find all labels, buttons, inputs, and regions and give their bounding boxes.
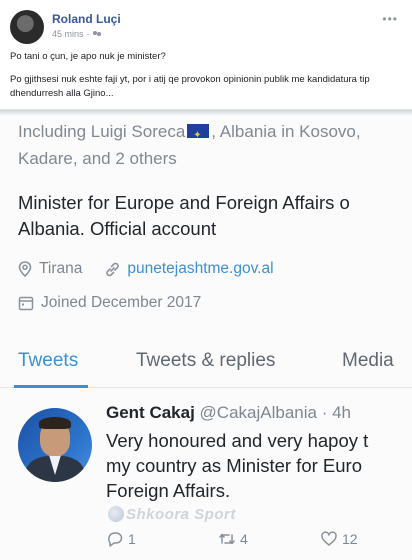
post-author-name[interactable]: Roland Luçi bbox=[52, 12, 121, 26]
bio-line-2: Albania. Official account bbox=[18, 218, 217, 239]
facebook-post: Roland Luçi 45 mins · ••• Po tani o çun,… bbox=[0, 0, 412, 110]
followers-line-2: Kadare, and 2 others bbox=[18, 149, 177, 168]
followers-you-know[interactable]: Including Luigi Soreca , Albania in Kosov… bbox=[18, 118, 361, 172]
tweet-header: Gent Cakaj @CakajAlbania · 4h bbox=[106, 403, 351, 423]
tab-tweets[interactable]: Tweets bbox=[18, 350, 78, 372]
post-text-line-2: Po gjithsesi nuk eshte faji yt, por i at… bbox=[10, 74, 370, 99]
profile-joined-row: Joined December 2017 bbox=[18, 294, 201, 312]
followers-line-1b: , Albania in Kosovo, bbox=[211, 122, 361, 141]
profile-website-link[interactable]: punetejashtme.gov.al bbox=[127, 260, 273, 278]
reply-icon bbox=[108, 532, 123, 547]
profile-location-row: Tirana punetejashtme.gov.al bbox=[18, 260, 274, 278]
tweet-text: Very honoured and very hapoy t my countr… bbox=[106, 428, 368, 503]
location-pin-icon bbox=[18, 261, 32, 277]
tab-tweets-and-replies[interactable]: Tweets & replies bbox=[136, 350, 275, 372]
reply-count: 1 bbox=[128, 531, 136, 547]
tweet-line-2: my country as Minister for Euro bbox=[106, 455, 362, 476]
twitter-profile-screenshot: Including Luigi Soreca , Albania in Kosov… bbox=[0, 110, 412, 560]
like-button[interactable]: 12 bbox=[320, 530, 358, 548]
calendar-icon bbox=[18, 296, 34, 311]
like-icon bbox=[321, 531, 337, 546]
retweet-count: 4 bbox=[240, 531, 248, 547]
meta-separator: · bbox=[86, 29, 90, 39]
profile-bio: Minister for Europe and Foreign Affairs … bbox=[18, 190, 350, 242]
tweet-author-avatar[interactable] bbox=[18, 408, 92, 482]
post-options-button[interactable]: ••• bbox=[382, 12, 398, 26]
reply-button[interactable]: 1 bbox=[106, 530, 136, 548]
tweet-author-handle[interactable]: @CakajAlbania · 4h bbox=[200, 403, 351, 422]
tab-media[interactable]: Media bbox=[342, 350, 394, 372]
eu-flag-icon bbox=[187, 122, 210, 149]
profile-location: Tirana bbox=[39, 260, 83, 277]
friends-icon[interactable] bbox=[92, 30, 102, 38]
cropped-edge bbox=[0, 110, 412, 116]
bio-line-1: Minister for Europe and Foreign Affairs … bbox=[18, 192, 350, 213]
tweet-author-name[interactable]: Gent Cakaj bbox=[106, 403, 195, 422]
tweet-actions: 1 4 12 bbox=[0, 530, 412, 554]
active-tab-indicator bbox=[14, 385, 88, 388]
watermark: Shkoora Sport bbox=[108, 506, 236, 523]
post-time[interactable]: 45 mins bbox=[52, 29, 84, 39]
author-avatar[interactable] bbox=[10, 10, 44, 44]
post-meta: 45 mins · bbox=[52, 29, 102, 39]
post-text-line-1: Po tani o çun, je apo nuk je minister? bbox=[10, 51, 166, 62]
profile-tabs: Tweets Tweets & replies Media bbox=[0, 340, 412, 388]
tweet-line-1: Very honoured and very hapoy t bbox=[106, 430, 369, 451]
followers-line-1a: Including Luigi Soreca bbox=[18, 122, 186, 141]
retweet-icon bbox=[219, 533, 235, 545]
like-count: 12 bbox=[342, 531, 358, 547]
profile-joined-date: Joined December 2017 bbox=[41, 294, 202, 311]
link-icon bbox=[106, 262, 120, 276]
tweet-line-3: Foreign Affairs. bbox=[106, 480, 231, 501]
retweet-button[interactable]: 4 bbox=[218, 530, 248, 548]
watermark-logo-icon bbox=[108, 506, 124, 522]
